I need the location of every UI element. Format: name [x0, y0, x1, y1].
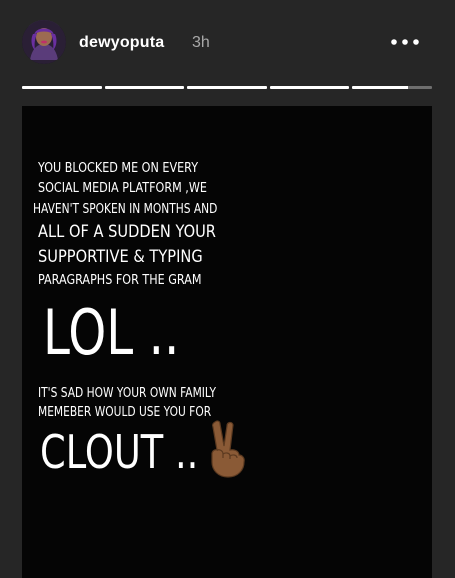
victory-hand-icon	[211, 420, 245, 478]
story-text-line: MEMEBER WOULD USE YOU FOR	[38, 405, 212, 420]
story-text-line: SOCIAL MEDIA PLATFORM ,WE	[38, 181, 207, 196]
progress-segment	[269, 86, 350, 89]
story-header: dewyoputa 3h	[0, 0, 455, 80]
story-text-line: IT'S SAD HOW YOUR OWN FAMILY	[38, 386, 216, 401]
avatar[interactable]	[22, 20, 66, 64]
story-text-line: SUPPORTIVE & TYPING	[38, 247, 203, 267]
story-text-line: HAVEN'T SPOKEN IN MONTHS AND	[33, 202, 218, 217]
story-text-line: ALL OF A SUDDEN YOUR	[38, 222, 216, 242]
story-text-line: PARAGRAPHS FOR THE GRAM	[38, 273, 202, 288]
progress-segment	[104, 86, 185, 89]
story-content[interactable]: YOU BLOCKED ME ON EVERY SOCIAL MEDIA PLA…	[22, 106, 432, 578]
story-headline-lol: LOL ..	[43, 296, 180, 369]
username[interactable]: dewyoputa	[79, 34, 164, 52]
more-horizontal-icon	[391, 39, 419, 45]
story-text-line: YOU BLOCKED ME ON EVERY	[38, 161, 199, 176]
story-viewer: dewyoputa 3h YOU BLOCKED ME ON EVERY SOC…	[0, 0, 455, 578]
progress-segment	[187, 86, 267, 89]
avatar-image	[22, 20, 66, 64]
progress-segment	[22, 86, 102, 89]
post-time: 3h	[192, 34, 210, 51]
progress-segment-current	[352, 86, 432, 89]
story-progress-bar	[22, 86, 432, 89]
more-options-button[interactable]	[388, 30, 422, 54]
story-headline-clout: CLOUT ..	[40, 425, 199, 479]
